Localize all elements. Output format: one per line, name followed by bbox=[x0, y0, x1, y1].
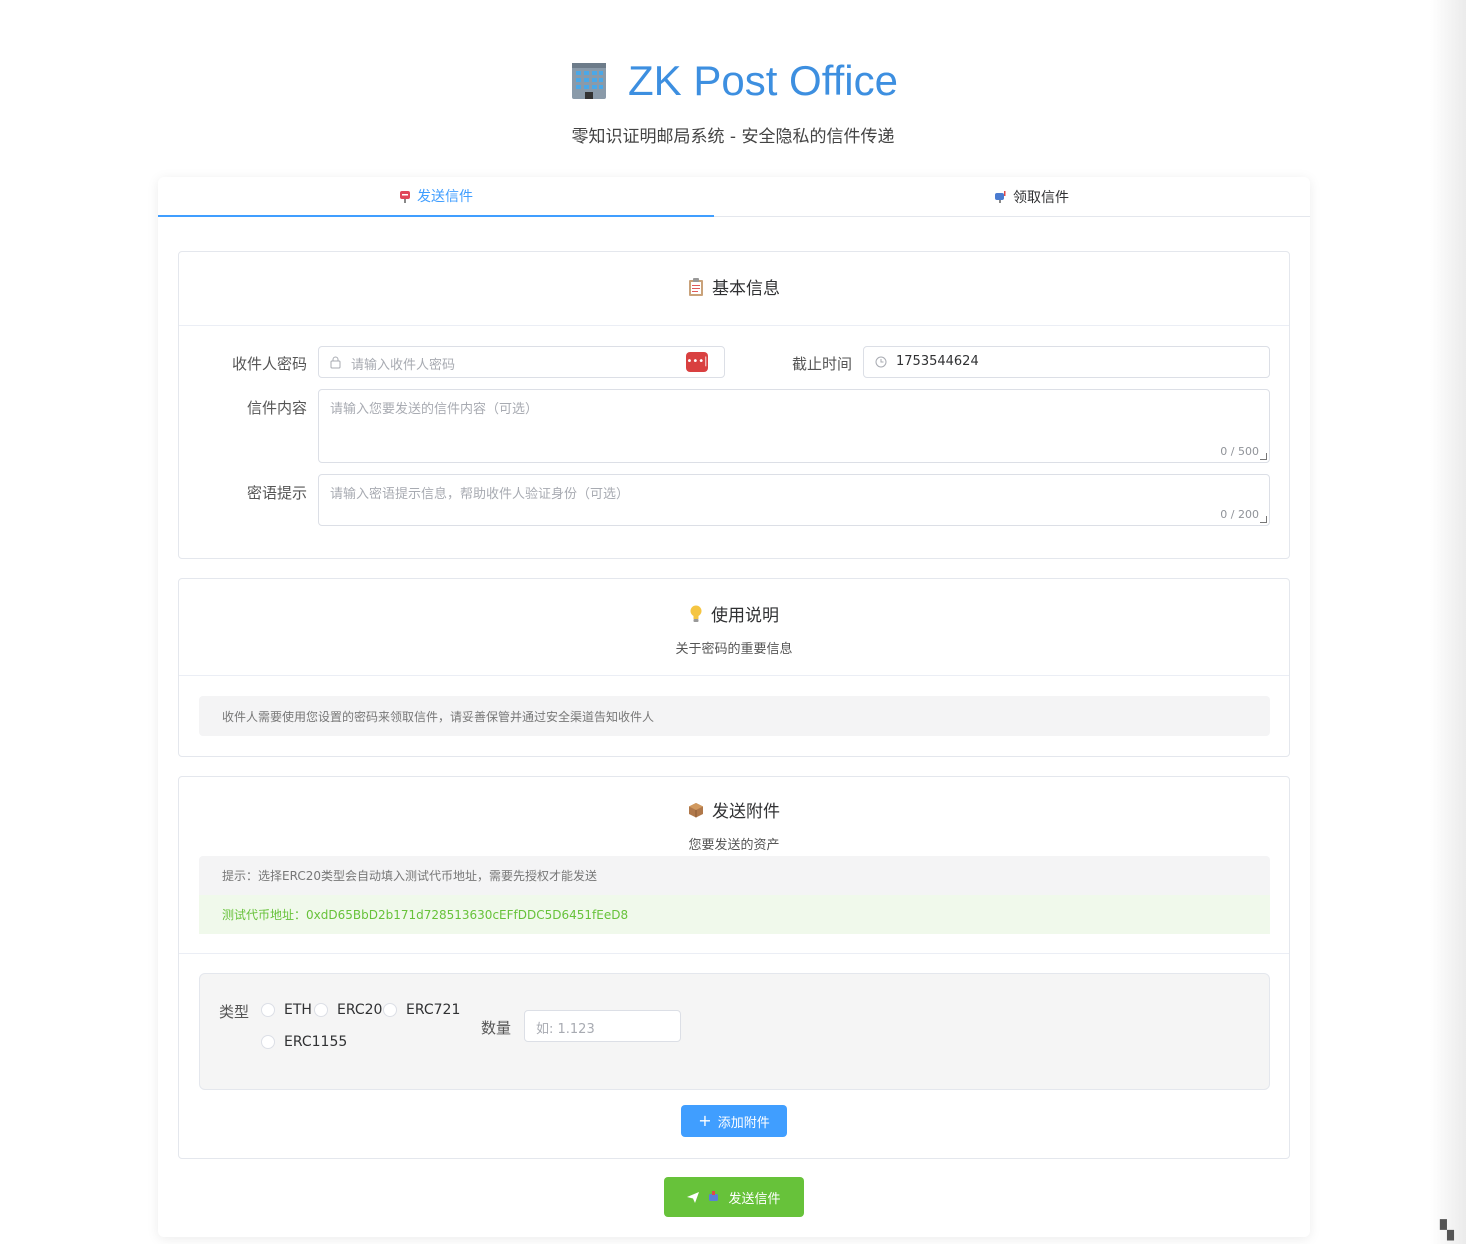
page-header: ZK Post Office 零知识证明邮局系统 - 安全隐私的信件传递 bbox=[0, 52, 1466, 147]
radio-erc721[interactable]: ERC721 bbox=[383, 1002, 460, 1018]
clock-icon bbox=[875, 356, 887, 368]
resize-handle[interactable] bbox=[1260, 516, 1267, 523]
tab-receive-letter[interactable]: 领取信件 bbox=[754, 177, 1310, 216]
app-title-text: ZK Post Office bbox=[628, 57, 898, 104]
radio-eth[interactable]: ETH bbox=[261, 1002, 312, 1018]
tab-receive-label: 领取信件 bbox=[1013, 189, 1069, 206]
password-manager-icon[interactable]: •••| bbox=[686, 352, 708, 372]
send-letter-label: 发送信件 bbox=[728, 1191, 781, 1207]
password-hint-textarea[interactable]: 请输入密语提示信息，帮助收件人验证身份（可选） 0 / 200 bbox=[318, 474, 1270, 526]
radio-erc20-dot[interactable] bbox=[314, 1003, 328, 1017]
usage-header: 使用说明 关于密码的重要信息 bbox=[179, 579, 1289, 676]
erc20-tip-text: 提示：选择ERC20类型会自动填入测试代币地址，需要先授权才能发送 bbox=[222, 869, 597, 883]
usage-section: 使用说明 关于密码的重要信息 收件人需要使用您设置的密码来领取信件，请妥善保管并… bbox=[178, 578, 1290, 757]
app-title: ZK Post Office bbox=[0, 52, 1466, 110]
radio-erc20[interactable]: ERC20 bbox=[314, 1002, 382, 1018]
usage-note: 收件人需要使用您设置的密码来领取信件，请妥善保管并通过安全渠道告知收件人 bbox=[199, 696, 1270, 736]
tab-send-label: 发送信件 bbox=[417, 189, 473, 205]
radio-erc1155-dot[interactable] bbox=[261, 1035, 275, 1049]
plus-icon: + bbox=[698, 1111, 712, 1130]
recipient-password-input[interactable]: 请输入收件人密码 •••| bbox=[318, 346, 725, 378]
lightbulb-icon bbox=[690, 605, 702, 622]
paper-plane-icon bbox=[687, 1191, 700, 1203]
main-card: 发送信件 领取信件 基本信息 收件人密码 请输入收件人密码 •••| 截止时间 … bbox=[158, 177, 1310, 1237]
radio-eth-label: ETH bbox=[284, 1002, 312, 1018]
letter-content-placeholder: 请输入您要发送的信件内容（可选） bbox=[330, 402, 539, 417]
postbox-icon bbox=[400, 190, 410, 203]
app-subtitle: 零知识证明邮局系统 - 安全隐私的信件传递 bbox=[571, 127, 895, 147]
window-edge-shade bbox=[1430, 0, 1466, 1244]
amount-input[interactable]: 如: 1.123 bbox=[524, 1010, 681, 1042]
letter-content-counter: 0 / 500 bbox=[1220, 445, 1259, 458]
add-attachment-button[interactable]: + 添加附件 bbox=[681, 1105, 787, 1137]
package-icon bbox=[689, 802, 703, 817]
attachments-section: 发送附件 您要发送的资产 提示：选择ERC20类型会自动填入测试代币地址，需要先… bbox=[178, 776, 1290, 1159]
tab-send-letter[interactable]: 发送信件 bbox=[158, 177, 714, 217]
mailbox-icon bbox=[995, 191, 1006, 203]
usage-subtitle: 关于密码的重要信息 bbox=[675, 642, 793, 657]
usage-title: 使用说明 bbox=[179, 601, 1289, 626]
amount-placeholder: 如: 1.123 bbox=[536, 1022, 595, 1037]
add-attachment-label: 添加附件 bbox=[717, 1115, 770, 1131]
radio-eth-dot[interactable] bbox=[261, 1003, 275, 1017]
basic-info-header: 基本信息 bbox=[179, 252, 1289, 326]
radio-erc1155[interactable]: ERC1155 bbox=[261, 1034, 347, 1050]
attachments-subtitle: 您要发送的资产 bbox=[688, 838, 780, 853]
office-building-icon bbox=[572, 63, 606, 99]
basic-info-section: 基本信息 收件人密码 请输入收件人密码 •••| 截止时间 1753544624… bbox=[178, 251, 1290, 559]
recipient-password-label: 收件人密码 bbox=[231, 355, 307, 373]
recipient-password-placeholder: 请输入收件人密码 bbox=[351, 358, 456, 373]
radio-erc1155-label: ERC1155 bbox=[284, 1034, 348, 1050]
deadline-input[interactable]: 1753544624 bbox=[863, 346, 1270, 378]
password-hint-placeholder: 请输入密语提示信息，帮助收件人验证身份（可选） bbox=[330, 487, 630, 502]
corner-fragment-icon: ▚ bbox=[1440, 1220, 1454, 1241]
password-hint-label: 密语提示 bbox=[246, 484, 307, 502]
tab-bar: 发送信件 领取信件 bbox=[158, 177, 1310, 217]
basic-info-title-text: 基本信息 bbox=[712, 279, 780, 299]
basic-info-title: 基本信息 bbox=[179, 274, 1289, 299]
letter-content-textarea[interactable]: 请输入您要发送的信件内容（可选） 0 / 500 bbox=[318, 389, 1270, 463]
amount-label: 数量 bbox=[481, 1019, 512, 1037]
attachments-title: 发送附件 bbox=[179, 797, 1289, 822]
deadline-value: 1753544624 bbox=[896, 354, 979, 369]
clipboard-icon bbox=[689, 277, 703, 296]
postbox-icon bbox=[709, 1191, 719, 1201]
type-label: 类型 bbox=[219, 1003, 250, 1021]
radio-erc721-dot[interactable] bbox=[383, 1003, 397, 1017]
radio-erc20-label: ERC20 bbox=[337, 1002, 383, 1018]
radio-erc721-label: ERC721 bbox=[406, 1002, 461, 1018]
deadline-label: 截止时间 bbox=[791, 355, 852, 373]
usage-title-text: 使用说明 bbox=[711, 606, 779, 626]
erc20-tip: 提示：选择ERC20类型会自动填入测试代币地址，需要先授权才能发送 bbox=[199, 856, 1270, 895]
token-address-box: 测试代币地址：0xdD65BbD2b171d728513630cEFfDDC5D… bbox=[199, 895, 1270, 934]
resize-handle[interactable] bbox=[1260, 453, 1267, 460]
password-hint-counter: 0 / 200 bbox=[1220, 508, 1259, 521]
token-address-text: 测试代币地址：0xdD65BbD2b171d728513630cEFfDDC5D… bbox=[222, 908, 629, 922]
usage-note-text: 收件人需要使用您设置的密码来领取信件，请妥善保管并通过安全渠道告知收件人 bbox=[222, 709, 655, 724]
send-letter-button[interactable]: 发送信件 bbox=[664, 1177, 804, 1217]
attachments-title-text: 发送附件 bbox=[712, 802, 780, 822]
attachment-row: 类型 ETH ERC20 ERC721 ERC1155 数量 如: 1.123 bbox=[199, 973, 1270, 1090]
letter-content-label: 信件内容 bbox=[246, 399, 307, 417]
lock-icon bbox=[330, 356, 341, 369]
